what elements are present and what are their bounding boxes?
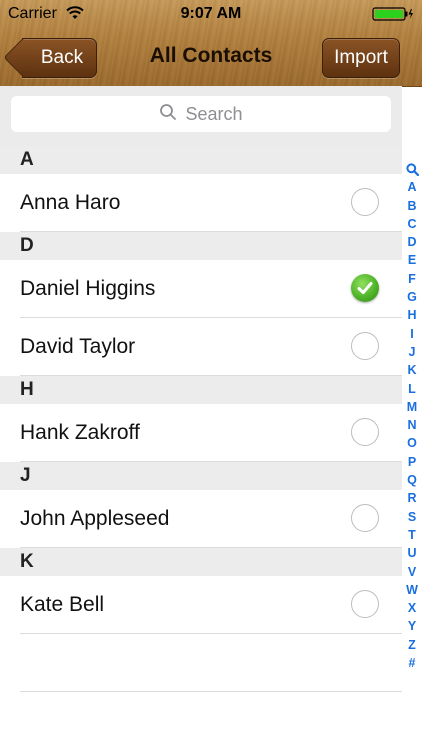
index-letter[interactable]: V — [408, 563, 416, 581]
index-letter[interactable]: P — [408, 453, 416, 471]
index-letter[interactable]: H — [407, 306, 416, 324]
index-letter[interactable]: L — [408, 380, 416, 398]
index-letter[interactable]: X — [408, 599, 416, 617]
contact-name: John Appleseed — [20, 507, 170, 530]
index-letter[interactable]: Z — [408, 636, 416, 654]
section-header-j: J — [0, 462, 402, 490]
index-letter[interactable]: K — [407, 361, 416, 379]
index-letter[interactable]: T — [408, 526, 416, 544]
index-letter[interactable]: S — [408, 508, 416, 526]
contact-name: David Taylor — [20, 335, 136, 358]
index-letter[interactable]: I — [410, 325, 413, 343]
index-letter[interactable]: M — [407, 398, 417, 416]
back-button-label: Back — [40, 47, 84, 68]
contact-row[interactable]: David Taylor — [20, 318, 402, 376]
search-icon — [159, 103, 177, 126]
contact-list: A Anna Haro D Daniel Higgins David Taylo… — [0, 146, 402, 692]
index-letter[interactable]: U — [407, 544, 416, 562]
index-letter[interactable]: W — [406, 581, 418, 599]
search-area: Search — [0, 86, 402, 146]
index-letter[interactable]: Y — [408, 617, 416, 635]
selection-circle[interactable] — [351, 590, 379, 618]
selection-checked[interactable] — [351, 274, 379, 302]
contact-name: Kate Bell — [20, 593, 105, 616]
index-letter[interactable]: C — [407, 215, 416, 233]
battery-icon — [372, 7, 414, 26]
header: Carrier 9:07 AM Back All Contacts Import — [0, 0, 422, 87]
contact-name: Daniel Higgins — [20, 277, 156, 300]
selection-circle[interactable] — [351, 418, 379, 446]
search-placeholder: Search — [185, 103, 243, 124]
index-letter[interactable]: G — [407, 288, 417, 306]
section-header-h: H — [0, 376, 402, 404]
index-letter[interactable]: R — [407, 489, 416, 507]
status-time: 9:07 AM — [180, 5, 242, 22]
index-letter[interactable]: B — [407, 197, 416, 215]
index-letter[interactable]: N — [407, 416, 416, 434]
contact-row[interactable]: Kate Bell — [20, 576, 402, 634]
search-input[interactable]: Search — [11, 96, 391, 132]
section-header-d: D — [0, 232, 402, 260]
navigation-bar: Back All Contacts Import — [0, 28, 422, 86]
index-letter[interactable]: Q — [407, 471, 417, 489]
contact-name: Hank Zakroff — [20, 421, 140, 444]
section-header-a: A — [0, 146, 402, 174]
empty-row — [20, 634, 402, 692]
checkmark-icon — [357, 282, 373, 294]
contact-row[interactable]: Anna Haro — [20, 174, 402, 232]
index-letter[interactable]: F — [408, 270, 416, 288]
status-bar: Carrier 9:07 AM — [0, 0, 422, 28]
contact-row[interactable]: Hank Zakroff — [20, 404, 402, 462]
index-letter[interactable]: A — [407, 178, 416, 196]
section-index-bar[interactable]: A B C D E F G H I J K L M N O P Q R S T … — [402, 160, 422, 672]
contact-row[interactable]: John Appleseed — [20, 490, 402, 548]
index-letter[interactable]: D — [407, 233, 416, 251]
index-letter[interactable]: J — [409, 343, 416, 361]
selection-circle[interactable] — [351, 188, 379, 216]
selection-circle[interactable] — [351, 332, 379, 360]
import-button[interactable]: Import — [322, 38, 400, 78]
selection-circle[interactable] — [351, 504, 379, 532]
contact-name: Anna Haro — [20, 191, 121, 214]
index-letter[interactable]: # — [409, 654, 416, 672]
magnifier-icon[interactable] — [405, 160, 419, 178]
contact-row[interactable]: Daniel Higgins — [20, 260, 402, 318]
index-letter[interactable]: O — [407, 434, 417, 452]
section-header-k: K — [0, 548, 402, 576]
index-letter[interactable]: E — [408, 251, 416, 269]
